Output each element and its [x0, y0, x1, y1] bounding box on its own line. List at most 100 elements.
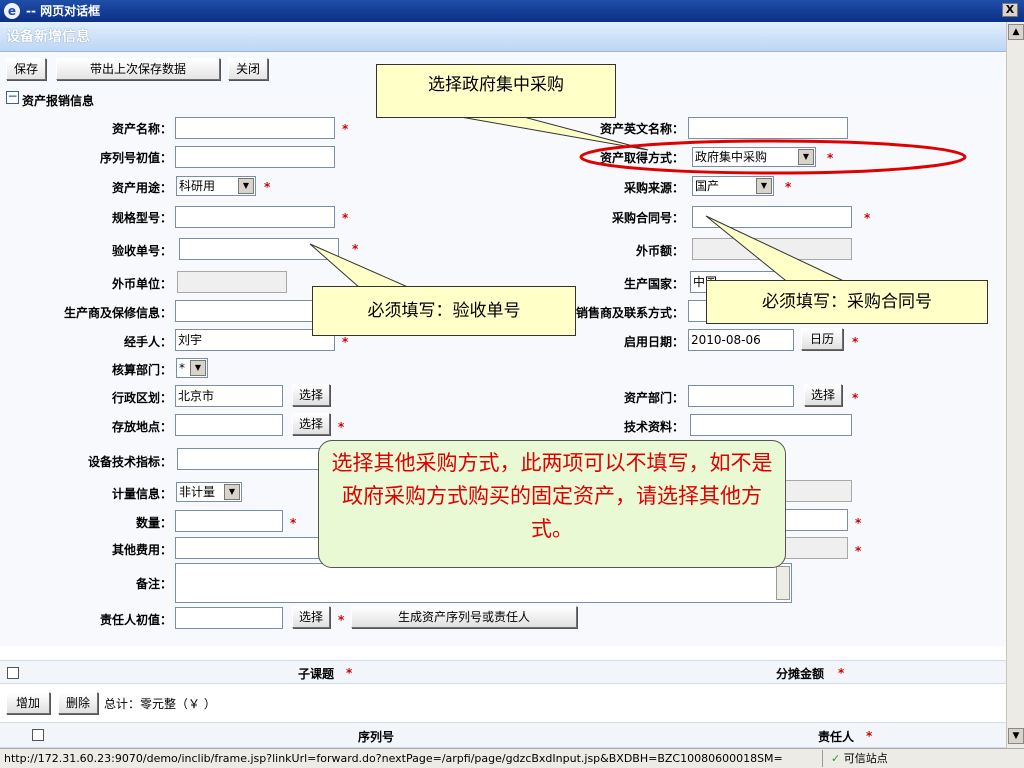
required-mark: * [264, 180, 271, 194]
close-button[interactable]: 关闭 [228, 58, 268, 80]
required-mark: * [827, 151, 834, 165]
asset-name-input[interactable] [175, 117, 335, 139]
storage-input[interactable] [175, 414, 283, 436]
asset-en-name-label: 资产英文名称： [599, 122, 684, 136]
callout-acceptance-required: 必须填写：验收单号 [312, 286, 576, 336]
foreign-unit-input [177, 271, 287, 293]
close-window-button[interactable]: X [1002, 3, 1018, 17]
serial-init-input[interactable] [175, 146, 335, 168]
region-input[interactable]: 北京市 [175, 385, 283, 407]
remark-textarea[interactable] [175, 563, 792, 603]
usage-select[interactable]: 科研用 ▼ [176, 176, 256, 196]
storage-select-button[interactable]: 选择 [292, 413, 330, 435]
serial-init-label: 序列号初值： [99, 151, 172, 165]
chevron-down-icon[interactable]: ▼ [798, 149, 814, 165]
generate-serial-button[interactable]: 生成资产序列号或责任人 [351, 606, 577, 628]
add-row-button[interactable]: 增加 [6, 692, 50, 714]
status-url: http://172.31.60.23:9070/demo/inclib/fra… [4, 752, 783, 765]
required-mark: * [338, 420, 345, 434]
asset-dept-select-button[interactable]: 选择 [804, 384, 842, 406]
acquire-mode-value: 政府集中采购 [695, 150, 768, 164]
purchase-contract-input[interactable] [692, 206, 852, 228]
spec-model-input[interactable] [175, 206, 335, 228]
metering-select[interactable]: 非计量 ▼ [176, 482, 242, 502]
status-bar: http://172.31.60.23:9070/demo/inclib/fra… [0, 748, 1024, 768]
required-mark: * [785, 180, 792, 194]
collapse-icon[interactable]: − [6, 90, 19, 104]
quantity-input[interactable] [175, 510, 283, 532]
purchase-source-label: 采购来源： [623, 181, 684, 195]
serial-table-header: 序列号 责任人 * [0, 722, 1006, 748]
right-amount-input[interactable] [780, 509, 848, 531]
owner-init-label: 责任人初值： [99, 613, 172, 627]
bring-last-data-button[interactable]: 带出上次保存数据 [56, 58, 220, 80]
other-cost-input[interactable] [175, 537, 335, 559]
acquire-mode-label: 资产取得方式： [599, 151, 684, 165]
metering-value: 非计量 [179, 485, 216, 499]
callout-contract-required: 必须填写：采购合同号 [706, 280, 988, 324]
remark-label: 备注： [135, 577, 172, 591]
spec-model-label: 规格型号： [111, 211, 172, 225]
tech-docs-input[interactable] [690, 414, 852, 436]
acquire-mode-select[interactable]: 政府集中采购 ▼ [692, 147, 816, 167]
required-mark: * [342, 335, 349, 349]
form-header: 设备新增信息 [0, 22, 1006, 52]
foreign-amount-input [692, 238, 852, 260]
total-text: 总计：零元整（￥ ） [104, 697, 216, 711]
handler-input[interactable]: 刘宇 [175, 329, 335, 351]
callout-other-purchase: 选择其他采购方式，此两项可以不填写，如不是政府采购方式购买的固定资产，请选择其他… [318, 440, 786, 568]
chevron-down-icon[interactable]: ▼ [238, 178, 254, 194]
purchase-contract-label: 采购合同号： [611, 211, 684, 225]
chevron-down-icon[interactable]: ▼ [190, 360, 206, 376]
other-cost-label: 其他费用： [111, 543, 172, 557]
right-readonly-field-2 [780, 537, 848, 559]
calendar-button[interactable]: 日历 [801, 328, 843, 350]
chevron-down-icon[interactable]: ▼ [756, 178, 772, 194]
chevron-down-icon[interactable]: ▼ [224, 484, 240, 500]
usage-label: 资产用途： [111, 181, 172, 195]
required-mark: * [338, 613, 345, 627]
handler-label: 经手人： [123, 335, 172, 349]
section-title: 资产报销信息 [22, 94, 95, 108]
maker-warranty-label: 生产商及保修信息： [63, 306, 172, 320]
select-all-checkbox[interactable] [7, 667, 19, 679]
owner-init-input[interactable] [175, 607, 283, 629]
required-mark: * [864, 211, 871, 225]
acceptance-no-input[interactable] [179, 238, 339, 260]
right-readonly-field [780, 480, 852, 502]
usage-value: 科研用 [179, 179, 216, 193]
window-title: -- 网页对话框 [26, 4, 101, 18]
required-mark: * [838, 666, 845, 680]
tech-index-input[interactable] [177, 448, 327, 470]
save-button[interactable]: 保存 [6, 58, 46, 80]
region-select-button[interactable]: 选择 [292, 384, 330, 406]
remark-scrollbar[interactable] [776, 566, 790, 600]
asset-dept-label: 资产部门： [623, 391, 684, 405]
delete-row-button[interactable]: 删除 [58, 692, 98, 714]
asset-en-name-input[interactable] [688, 117, 848, 139]
accounting-dept-select[interactable]: * ▼ [176, 358, 208, 378]
tech-index-label: 设备技术指标： [87, 455, 172, 469]
check-icon: ✓ [831, 752, 841, 765]
form-title: 设备新增信息 [6, 29, 90, 45]
select-all-serial-checkbox[interactable] [32, 729, 44, 741]
storage-label: 存放地点： [111, 420, 172, 434]
foreign-unit-label: 外币单位： [111, 277, 172, 291]
maker-warranty-input[interactable] [175, 300, 335, 322]
required-mark: * [852, 391, 859, 405]
vertical-scrollbar[interactable]: ▲ ▼ [1006, 22, 1024, 748]
start-date-input[interactable]: 2010-08-06 [688, 329, 794, 351]
owner-select-button[interactable]: 选择 [292, 606, 330, 628]
required-mark: * [352, 242, 359, 256]
required-mark: * [855, 516, 862, 530]
required-mark: * [855, 544, 862, 558]
scroll-down-icon[interactable]: ▼ [1008, 728, 1024, 744]
accounting-dept-value: * [179, 361, 185, 375]
purchase-source-select[interactable]: 国产 ▼ [692, 176, 774, 196]
required-mark: * [346, 666, 353, 680]
security-zone: ✓ 可信站点 [822, 750, 972, 767]
required-mark: * [342, 211, 349, 225]
scroll-up-icon[interactable]: ▲ [1008, 24, 1024, 40]
asset-dept-input[interactable] [688, 385, 794, 407]
asset-name-label: 资产名称： [111, 122, 172, 136]
